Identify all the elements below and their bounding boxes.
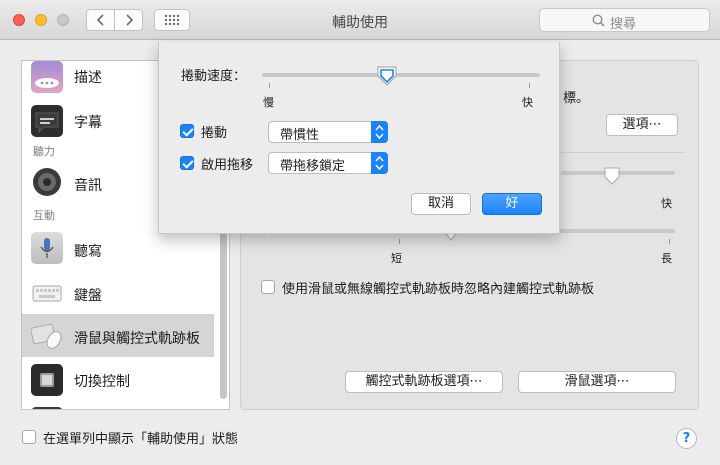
scroll-checkbox-label: 捲動 [201, 126, 228, 141]
sidebar-item-label: 滑鼠與觸控式軌跡板 [74, 331, 200, 347]
captions-icon [31, 105, 63, 137]
popup-value: 帶慣性 [280, 128, 320, 143]
sidebar-item-label: 鍵盤 [74, 288, 102, 304]
slider-tick [529, 83, 530, 88]
slider-tick [269, 83, 270, 88]
sidebar-item-mouse-trackpad[interactable]: 滑鼠與觸控式軌跡板 [22, 314, 214, 357]
slider-max-label: 快 [522, 96, 533, 109]
sidebar-item-label: 音訊 [74, 178, 102, 194]
ignore-trackpad-checkbox[interactable] [261, 280, 275, 294]
keyboard-icon [31, 277, 63, 309]
slider-tick [399, 239, 400, 244]
speed-slider-knob[interactable] [603, 166, 621, 186]
sidebar-item-label: 聽寫 [74, 244, 102, 260]
speaker-icon [31, 166, 63, 198]
sidebar-header-interaction: 互動 [33, 209, 55, 222]
drag-mode-popup[interactable]: 帶拖移鎖定 [268, 152, 388, 174]
slider-min-label: 慢 [263, 96, 274, 109]
ok-button[interactable]: 好 [482, 193, 542, 215]
show-in-menubar-label: 在選單列中顯示「輔助使用」狀態 [43, 432, 239, 447]
sidebar-item-switch-control[interactable]: 切換控制 [22, 358, 214, 401]
sidebar-item-partial[interactable] [22, 401, 214, 409]
scroll-checkbox[interactable] [180, 124, 194, 138]
popup-value: 帶拖移鎖定 [280, 159, 346, 174]
scroll-mode-popup[interactable]: 帶慣性 [268, 121, 388, 143]
title-bar: 輔助使用 搜尋 [0, 0, 720, 40]
sidebar-header-hearing: 聽力 [33, 145, 55, 158]
cancel-button[interactable]: 取消 [411, 193, 471, 215]
switch-control-icon [31, 364, 63, 396]
sidebar-item-label: 描述 [74, 70, 102, 86]
popup-arrows-icon [371, 152, 388, 174]
options-button[interactable]: 選項⋯ [606, 114, 678, 136]
help-button[interactable]: ? [676, 428, 697, 449]
trackpad-options-sheet: 捲動速度： 慢 快 捲動 帶慣性 啟用拖移 帶拖移鎖定 取消 好 [158, 42, 560, 234]
trackpad-options-button[interactable]: 觸控式軌跡板選項⋯ [345, 371, 503, 393]
show-in-menubar-checkbox[interactable] [22, 430, 36, 444]
scroll-speed-slider-track[interactable] [262, 73, 540, 77]
ignore-trackpad-label: 使用滑鼠或無線觸控式軌跡板時忽略內建觸控式軌跡板 [282, 282, 595, 297]
mouse-options-button[interactable]: 滑鼠選項⋯ [518, 371, 676, 393]
drag-checkbox-label: 啟用拖移 [201, 158, 254, 173]
search-field[interactable]: 搜尋 [539, 8, 710, 32]
sidebar-item-keyboard[interactable]: 鍵盤 [22, 271, 214, 314]
scroll-speed-label: 捲動速度： [181, 69, 247, 84]
popup-arrows-icon [371, 121, 388, 143]
description-text: 標。 [563, 91, 590, 106]
slider-max-label: 長 [661, 252, 672, 265]
slider-max-label: 快 [661, 197, 672, 210]
divider [561, 152, 685, 153]
sidebar-item-label: 字幕 [74, 115, 102, 131]
microphone-icon [31, 232, 63, 264]
sidebar-item-label: 切換控制 [74, 374, 130, 390]
slider-tick [669, 239, 670, 244]
drag-checkbox[interactable] [180, 156, 194, 170]
scroll-speed-slider-knob[interactable] [376, 65, 398, 87]
speech-bubble-icon [31, 61, 63, 93]
mouse-trackpad-icon [30, 320, 63, 352]
search-placeholder: 搜尋 [610, 17, 637, 32]
slider-min-label: 短 [391, 252, 402, 265]
app-icon [31, 407, 63, 409]
search-icon [592, 14, 605, 27]
